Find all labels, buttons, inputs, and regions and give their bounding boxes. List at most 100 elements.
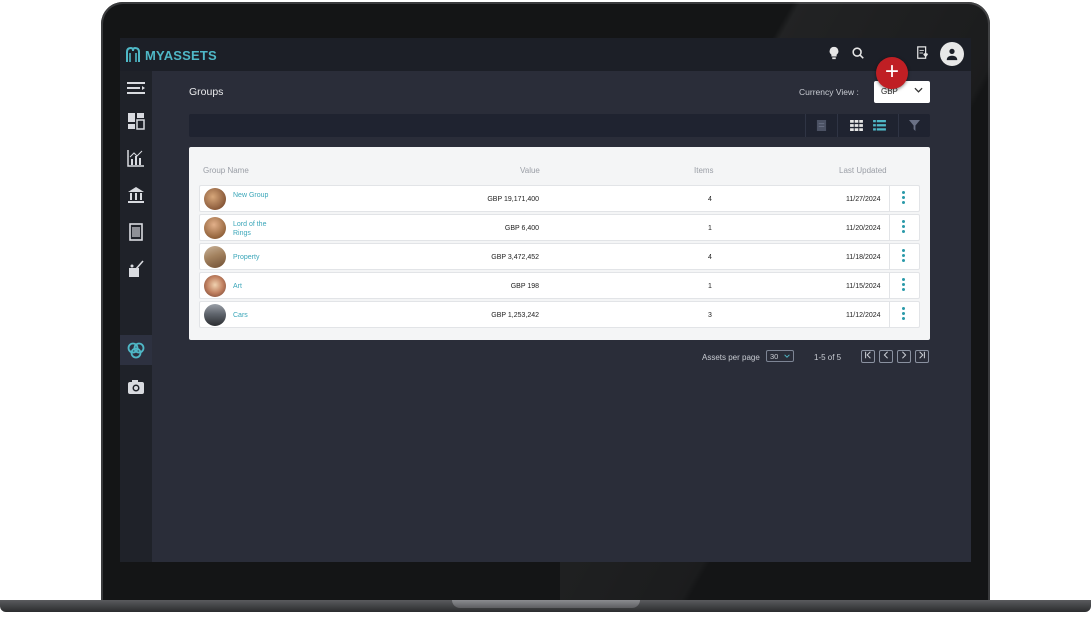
filter-icon: [908, 120, 920, 131]
chevron-down-icon: [784, 354, 790, 358]
next-page-button[interactable]: [897, 350, 911, 363]
last-page-button[interactable]: [915, 350, 929, 363]
group-name-link[interactable]: New Group: [233, 191, 273, 200]
lightbulb-icon[interactable]: [826, 46, 842, 62]
chevron-right-icon: [902, 351, 907, 359]
sidebar-menu-toggle[interactable]: [120, 73, 152, 103]
column-header-items[interactable]: Items: [694, 166, 714, 175]
analytics-icon: [127, 150, 144, 167]
menu-collapse-icon: [127, 82, 145, 94]
column-header-name[interactable]: Group Name: [203, 166, 249, 175]
group-thumbnail: [204, 246, 226, 268]
sidebar-item-dashboard[interactable]: [120, 106, 152, 136]
row-menu-kebab-icon[interactable]: [902, 278, 906, 294]
column-header-value[interactable]: Value: [520, 166, 540, 175]
camera-icon: [128, 380, 144, 394]
row-menu-kebab-icon[interactable]: [902, 191, 906, 207]
filter-button[interactable]: [899, 114, 929, 137]
group-value: GBP 1,253,242: [491, 312, 539, 319]
group-value: GBP 19,171,400: [487, 196, 539, 203]
user-avatar-button[interactable]: [940, 42, 964, 66]
row-divider: [889, 215, 890, 240]
group-name-link[interactable]: Lord of the Rings: [233, 220, 273, 238]
group-thumbnail: [204, 188, 226, 210]
user-icon: [946, 48, 958, 61]
per-page-select[interactable]: 30: [766, 350, 794, 362]
assets-icon: [129, 260, 144, 277]
first-page-icon: [865, 351, 871, 359]
previous-page-button[interactable]: [879, 350, 893, 363]
export-button[interactable]: [806, 114, 836, 137]
group-items: 3: [708, 312, 712, 319]
document-icon: [129, 223, 143, 241]
column-header-last-updated[interactable]: Last Updated: [839, 166, 887, 175]
document-heart-icon[interactable]: [915, 46, 931, 62]
group-name-link[interactable]: Property: [233, 253, 273, 262]
group-value: GBP 3,472,452: [491, 254, 539, 261]
institution-icon: [128, 187, 144, 203]
group-thumbnail: [204, 304, 226, 326]
search-icon[interactable]: [850, 46, 866, 62]
group-last-updated: 11/27/2024: [846, 196, 881, 203]
group-items: 1: [708, 283, 712, 290]
row-menu-kebab-icon[interactable]: [902, 249, 906, 265]
sidebar-item-assets[interactable]: [120, 254, 152, 284]
row-menu-kebab-icon[interactable]: [902, 220, 906, 236]
sidebar-item-groups[interactable]: [120, 335, 152, 365]
group-thumbnail: [204, 217, 226, 239]
group-last-updated: 11/18/2024: [846, 254, 881, 261]
groups-icon: [127, 342, 145, 359]
sidebar-item-documents[interactable]: [120, 217, 152, 247]
row-menu-kebab-icon[interactable]: [902, 307, 906, 323]
groups-table: Group Name Value Items Last Updated New …: [189, 147, 930, 340]
table-row[interactable]: New Group GBP 19,171,400 4 11/27/2024: [199, 185, 920, 212]
app-screen: MYASSETS + Groups Currency View: GBP Gr…: [120, 38, 971, 562]
row-divider: [889, 302, 890, 327]
chevron-down-icon: [914, 87, 923, 93]
list-icon: [872, 120, 886, 131]
sidebar-item-camera[interactable]: [120, 372, 152, 402]
dashboard-icon: [128, 113, 145, 130]
group-value: GBP 198: [510, 283, 539, 290]
list-view-button[interactable]: [864, 114, 894, 137]
first-page-button[interactable]: [861, 350, 875, 363]
table-row[interactable]: Cars GBP 1,253,242 3 11/12/2024: [199, 301, 920, 328]
group-last-updated: 11/12/2024: [846, 312, 881, 319]
group-name-link[interactable]: Cars: [233, 311, 273, 320]
currency-view-label: Currency View :: [799, 87, 859, 97]
grid-icon: [849, 120, 863, 131]
group-items: 4: [708, 254, 712, 261]
group-items: 4: [708, 196, 712, 203]
logo-mark-icon: [126, 47, 140, 62]
page-title: Groups: [189, 86, 224, 98]
group-last-updated: 11/15/2024: [846, 283, 881, 290]
toolbar: [189, 114, 930, 137]
sidebar-item-analytics[interactable]: [120, 143, 152, 173]
last-page-icon: [919, 351, 925, 359]
top-bar: MYASSETS: [120, 38, 971, 71]
document-export-icon: [816, 120, 826, 131]
per-page-value: 30: [770, 352, 779, 361]
per-page-label: Assets per page: [702, 353, 760, 362]
toolbar-divider: [837, 114, 838, 137]
group-name-link[interactable]: Art: [233, 282, 273, 291]
sidebar: [120, 71, 152, 562]
chevron-left-icon: [883, 351, 888, 359]
row-divider: [889, 273, 890, 298]
table-row[interactable]: Art GBP 198 1 11/15/2024: [199, 272, 920, 299]
group-last-updated: 11/20/2024: [846, 225, 881, 232]
logo-text: MYASSETS: [145, 47, 217, 63]
table-row[interactable]: Lord of the Rings GBP 6,400 1 11/20/2024: [199, 214, 920, 241]
main-content: Groups Currency View : GBP Group Name Va…: [152, 71, 971, 562]
laptop-notch: [452, 600, 640, 608]
table-row[interactable]: Property GBP 3,472,452 4 11/18/2024: [199, 243, 920, 270]
row-divider: [889, 244, 890, 269]
group-items: 1: [708, 225, 712, 232]
group-value: GBP 6,400: [504, 225, 539, 232]
logo[interactable]: MYASSETS: [125, 46, 217, 64]
add-group-button[interactable]: +: [876, 57, 908, 89]
pagination-range: 1-5 of 5: [814, 353, 842, 362]
row-divider: [889, 186, 890, 211]
group-thumbnail: [204, 275, 226, 297]
sidebar-item-institutions[interactable]: [120, 180, 152, 210]
